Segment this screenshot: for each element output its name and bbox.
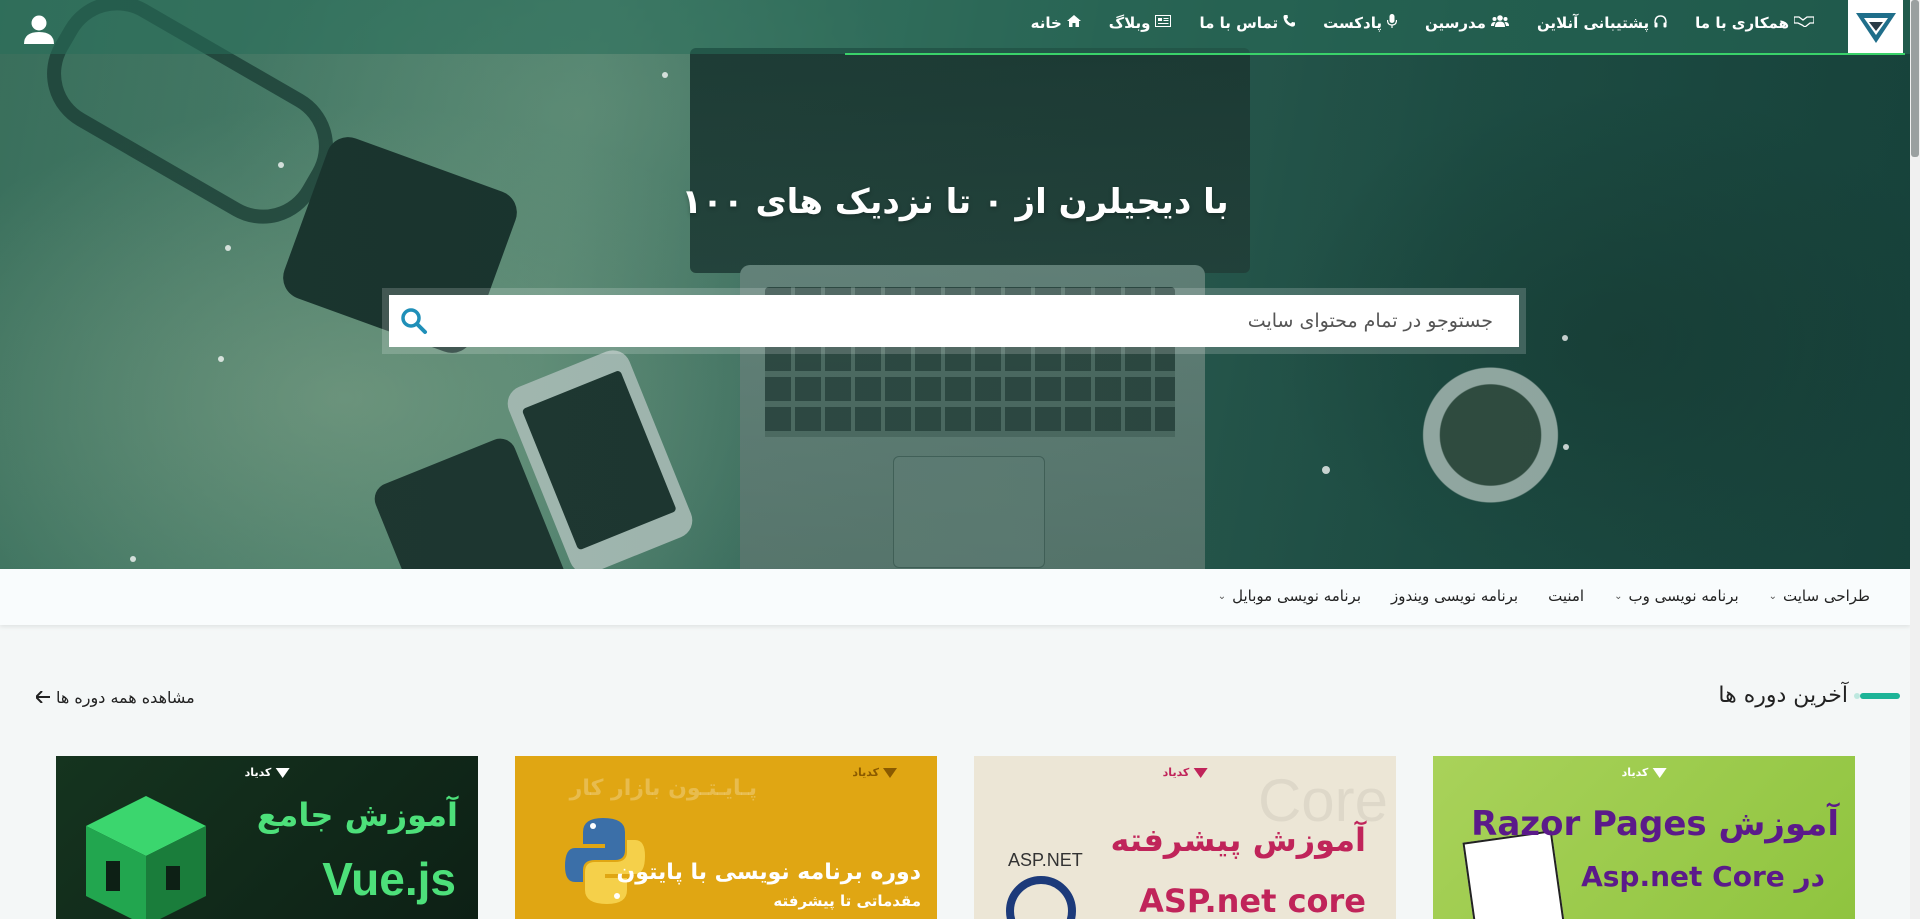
main-nav: خانه وبلاگ تماس با ما پادکست مدرسین پشتی… <box>1031 14 1815 32</box>
category-label: امنیت <box>1548 587 1585 605</box>
particle-dot <box>218 356 224 362</box>
particle-dot <box>278 162 284 168</box>
hero-banner <box>0 0 1910 569</box>
scrollbar-thumb[interactable] <box>1911 0 1919 157</box>
latest-courses-header: آخرین دوره ها <box>1718 683 1900 708</box>
particle-dot <box>130 556 136 562</box>
vue-cubes-illustration <box>86 796 206 919</box>
chevron-down-icon: ⌄ <box>1217 590 1227 602</box>
category-label: برنامه نویسی موبایل <box>1232 587 1361 605</box>
card-brand: کدیاد <box>852 766 897 779</box>
brand-logo-icon <box>275 767 290 778</box>
nav-cooperate[interactable]: همکاری با ما <box>1695 14 1815 32</box>
card-brand: کدیاد <box>1622 766 1667 779</box>
course-card-razor-pages[interactable]: کدیاد آموزش Razor Pages در Asp.net Core <box>1433 756 1855 919</box>
nav-support[interactable]: پشتیبانی آنلاین <box>1537 14 1667 32</box>
phone-icon <box>1283 15 1296 31</box>
card-title: آموزش Razor Pages <box>1471 804 1839 844</box>
chevron-down-icon: ⌄ <box>1614 590 1623 602</box>
category-bar: طراحی سایت ⌄ برنامه نویسی وب ⌄ امنیت برن… <box>0 569 1910 625</box>
category-list: طراحی سایت ⌄ برنامه نویسی وب ⌄ امنیت برن… <box>1218 587 1870 605</box>
arrow-left-icon <box>34 688 50 707</box>
page-scrollbar[interactable] <box>1910 0 1920 919</box>
hero-title: با دیجیلرن از ۰ تا نزدیک های ۱۰۰ <box>681 182 1229 222</box>
aspnet-core-logo-icon <box>1006 876 1076 919</box>
particle-dot <box>1562 335 1568 341</box>
particle-dot <box>1322 466 1330 474</box>
category-windows-programming[interactable]: برنامه نویسی ویندوز <box>1391 587 1518 605</box>
view-all-label: مشاهده همه دوره ها <box>56 688 195 707</box>
category-label: برنامه نویسی ویندوز <box>1391 587 1519 605</box>
particle-dot <box>662 72 668 78</box>
chevron-down-icon: ⌄ <box>1768 590 1778 602</box>
course-card-aspnet-core[interactable]: Core کدیاد ASP.NET آموزش پیشرفته ASP.net… <box>974 756 1396 919</box>
search-button[interactable] <box>389 295 439 347</box>
particle-dot <box>1563 444 1569 450</box>
card-subtitle: Vue.js <box>322 853 456 905</box>
nav-teachers[interactable]: مدرسین <box>1425 14 1509 32</box>
brand-logo-icon <box>883 767 897 778</box>
nav-label: همکاری با ما <box>1695 14 1789 32</box>
aspnet-logo-text: ASP.NET <box>1008 850 1083 870</box>
search-icon <box>401 308 427 334</box>
category-security[interactable]: امنیت <box>1548 587 1584 605</box>
brand-logo-icon <box>1652 767 1667 778</box>
category-label: طراحی سایت <box>1783 587 1870 605</box>
nav-underline <box>845 53 1905 55</box>
category-web-programming[interactable]: برنامه نویسی وب ⌄ <box>1614 587 1739 605</box>
headphones-icon <box>1654 14 1667 32</box>
section-title: آخرین دوره ها <box>1718 683 1848 708</box>
card-subtitle: ASP.net core <box>1139 882 1366 919</box>
nav-label: پادکست <box>1323 14 1382 32</box>
brand-logo-icon <box>1193 767 1208 778</box>
section-accent-line <box>1854 692 1900 699</box>
nav-podcast[interactable]: پادکست <box>1323 14 1398 32</box>
hero-overlay <box>0 0 1910 569</box>
card-title: دوره برنامه نویسی با پایتون <box>616 860 922 885</box>
course-card-vuejs[interactable]: کدیاد آموزش جامع Vue.js <box>56 756 478 919</box>
nav-label: پشتیبانی آنلاین <box>1536 14 1650 32</box>
nav-home[interactable]: خانه <box>1031 14 1081 32</box>
card-title: آموزش جامع <box>256 796 458 834</box>
site-logo[interactable] <box>1848 0 1903 53</box>
card-bg-text: پـایـتـون بازار کار <box>569 776 757 801</box>
nav-label: مدرسین <box>1424 14 1486 32</box>
course-card-python[interactable]: پـایـتـون بازار کار کدیاد دوره برنامه نو… <box>515 756 937 919</box>
nav-blog[interactable]: وبلاگ <box>1109 14 1172 32</box>
card-subtitle: در Asp.net Core <box>1581 860 1825 893</box>
nav-label: وبلاگ <box>1108 14 1151 32</box>
view-all-courses-link[interactable]: مشاهده همه دوره ها <box>34 688 195 707</box>
category-mobile-programming[interactable]: برنامه نویسی موبایل ⌄ <box>1218 587 1361 605</box>
users-icon <box>1490 15 1509 31</box>
card-title: آموزش پیشرفته <box>1110 821 1366 859</box>
handshake-icon <box>1793 15 1815 31</box>
logo-icon <box>1855 12 1896 43</box>
card-brand: کدیاد <box>245 766 290 779</box>
nav-label: خانه <box>1030 14 1062 32</box>
card-brand: کدیاد <box>1163 766 1208 779</box>
particle-dot <box>225 245 231 251</box>
microphone-icon <box>1386 14 1398 32</box>
search-container <box>382 288 1526 354</box>
category-web-design[interactable]: طراحی سایت ⌄ <box>1769 587 1870 605</box>
user-account-icon[interactable] <box>24 14 54 44</box>
nav-contact[interactable]: تماس با ما <box>1199 14 1296 32</box>
home-icon <box>1066 15 1081 31</box>
newspaper-icon <box>1155 15 1172 31</box>
site-search-input[interactable] <box>439 295 1519 347</box>
card-subtitle: مقدماتی تا پیشرفته <box>773 892 921 910</box>
nav-label: تماس با ما <box>1199 14 1279 32</box>
search-bar <box>389 295 1519 347</box>
category-label: برنامه نویسی وب <box>1628 587 1739 605</box>
